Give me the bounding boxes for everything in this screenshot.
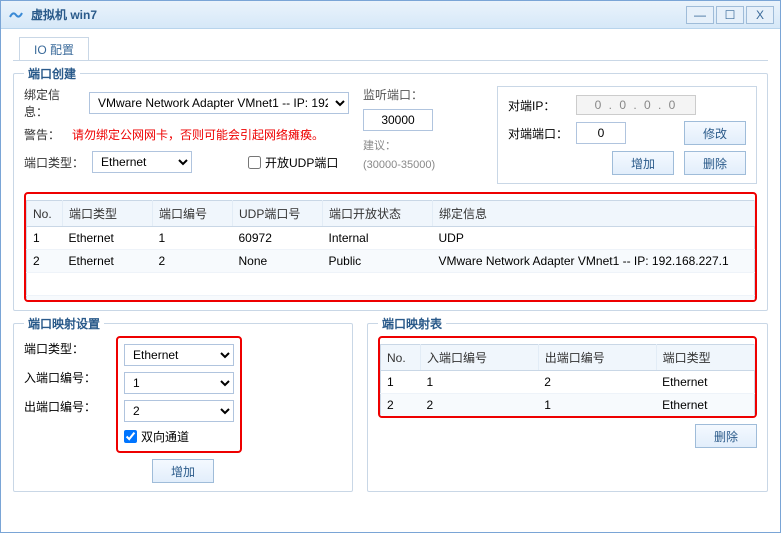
- map-out-port-label: 出端口编号：: [24, 398, 96, 415]
- add-port-button[interactable]: 增加: [612, 151, 674, 175]
- listen-port-input[interactable]: [363, 109, 433, 131]
- tab-io-config[interactable]: IO 配置: [19, 37, 89, 60]
- open-udp-checkbox[interactable]: 开放UDP端口: [248, 154, 338, 171]
- th-num[interactable]: 端口编号: [153, 201, 233, 227]
- close-button[interactable]: X: [746, 6, 774, 24]
- map-port-type-label: 端口类型：: [24, 340, 96, 357]
- app-window: 虚拟机 win7 — ☐ X IO 配置 端口创建 绑定信息： VMware N…: [0, 0, 781, 533]
- th-type[interactable]: 端口类型: [63, 201, 153, 227]
- peer-ip-label: 对端IP：: [508, 97, 568, 114]
- listen-hint-label: 建议：: [363, 137, 396, 153]
- th-bind[interactable]: 绑定信息: [433, 201, 755, 227]
- window-title: 虚拟机 win7: [31, 6, 686, 23]
- port-table: No. 端口类型 端口编号 UDP端口号 端口开放状态 绑定信息 1 Ether…: [26, 200, 755, 302]
- map-in-port-select[interactable]: 1: [124, 372, 234, 394]
- warn-label: 警告：: [24, 126, 60, 143]
- delete-port-button[interactable]: 删除: [684, 151, 746, 175]
- port-map-table-legend: 端口映射表: [378, 315, 446, 332]
- peer-ip-input[interactable]: 0 . 0 . 0 . 0: [576, 95, 696, 115]
- th-no[interactable]: No.: [27, 201, 63, 227]
- port-type-label: 端口类型：: [24, 154, 84, 171]
- mth-type[interactable]: 端口类型: [656, 345, 754, 371]
- modify-button[interactable]: 修改: [684, 121, 746, 145]
- listen-port-label: 监听端口：: [363, 86, 423, 103]
- peer-port-input[interactable]: [576, 122, 626, 144]
- peer-panel: 对端IP： 0 . 0 . 0 . 0 对端端口： 修改 增加 删除: [497, 86, 757, 184]
- table-row[interactable]: 1 1 2 Ethernet: [381, 371, 755, 394]
- port-table-highlight: No. 端口类型 端口编号 UDP端口号 端口开放状态 绑定信息 1 Ether…: [24, 192, 757, 302]
- port-create-group: 端口创建 绑定信息： VMware Network Adapter VMnet1…: [13, 73, 768, 311]
- port-type-select[interactable]: Ethernet: [92, 151, 192, 173]
- map-port-type-select[interactable]: Ethernet: [124, 344, 234, 366]
- map-controls-highlight: Ethernet 1 2 双向通道: [116, 336, 242, 453]
- content-area: IO 配置 端口创建 绑定信息： VMware Network Adapter …: [1, 29, 780, 502]
- port-create-legend: 端口创建: [24, 65, 80, 82]
- mth-out[interactable]: 出端口编号: [538, 345, 656, 371]
- maximize-button[interactable]: ☐: [716, 6, 744, 24]
- add-mapping-button[interactable]: 增加: [152, 459, 214, 483]
- window-buttons: — ☐ X: [686, 6, 774, 24]
- warn-text: 请勿绑定公网网卡，否则可能会引起网络瘫痪。: [72, 126, 324, 143]
- delete-mapping-button[interactable]: 删除: [695, 424, 757, 448]
- open-udp-checkbox-input[interactable]: [248, 156, 261, 169]
- mth-in[interactable]: 入端口编号: [421, 345, 539, 371]
- minimize-button[interactable]: —: [686, 6, 714, 24]
- table-row[interactable]: 2 2 1 Ethernet: [381, 394, 755, 417]
- table-row[interactable]: 2 Ethernet 2 None Public VMware Network …: [27, 250, 755, 273]
- mth-no[interactable]: No.: [381, 345, 421, 371]
- open-udp-label: 开放UDP端口: [265, 154, 338, 171]
- port-map-set-group: 端口映射设置 端口类型： 入端口编号： 出端口编号： Ethernet 1 2 …: [13, 323, 353, 492]
- port-map-set-legend: 端口映射设置: [24, 315, 104, 332]
- table-row[interactable]: 1 Ethernet 1 60972 Internal UDP: [27, 227, 755, 250]
- mapping-table: No. 入端口编号 出端口编号 端口类型 1 1 2 Ethernet: [380, 344, 755, 418]
- th-open[interactable]: 端口开放状态: [323, 201, 433, 227]
- map-table-highlight: No. 入端口编号 出端口编号 端口类型 1 1 2 Ethernet: [378, 336, 757, 418]
- listen-hint-value: (30000-35000): [363, 159, 483, 171]
- titlebar: 虚拟机 win7 — ☐ X: [1, 1, 780, 29]
- th-udp[interactable]: UDP端口号: [233, 201, 323, 227]
- bind-info-label: 绑定信息：: [24, 86, 81, 120]
- app-logo-icon: [7, 6, 25, 24]
- bind-info-select[interactable]: VMware Network Adapter VMnet1 -- IP: 192…: [89, 92, 349, 114]
- port-map-table-group: 端口映射表 No. 入端口编号 出端口编号 端口类型 1 1: [367, 323, 768, 492]
- map-in-port-label: 入端口编号：: [24, 369, 96, 386]
- peer-port-label: 对端端口：: [508, 125, 568, 142]
- map-out-port-select[interactable]: 2: [124, 400, 234, 422]
- bidir-label: 双向通道: [141, 428, 189, 445]
- tabbar: IO 配置: [13, 37, 768, 61]
- bidir-checkbox[interactable]: 双向通道: [124, 428, 234, 445]
- bidir-checkbox-input[interactable]: [124, 430, 137, 443]
